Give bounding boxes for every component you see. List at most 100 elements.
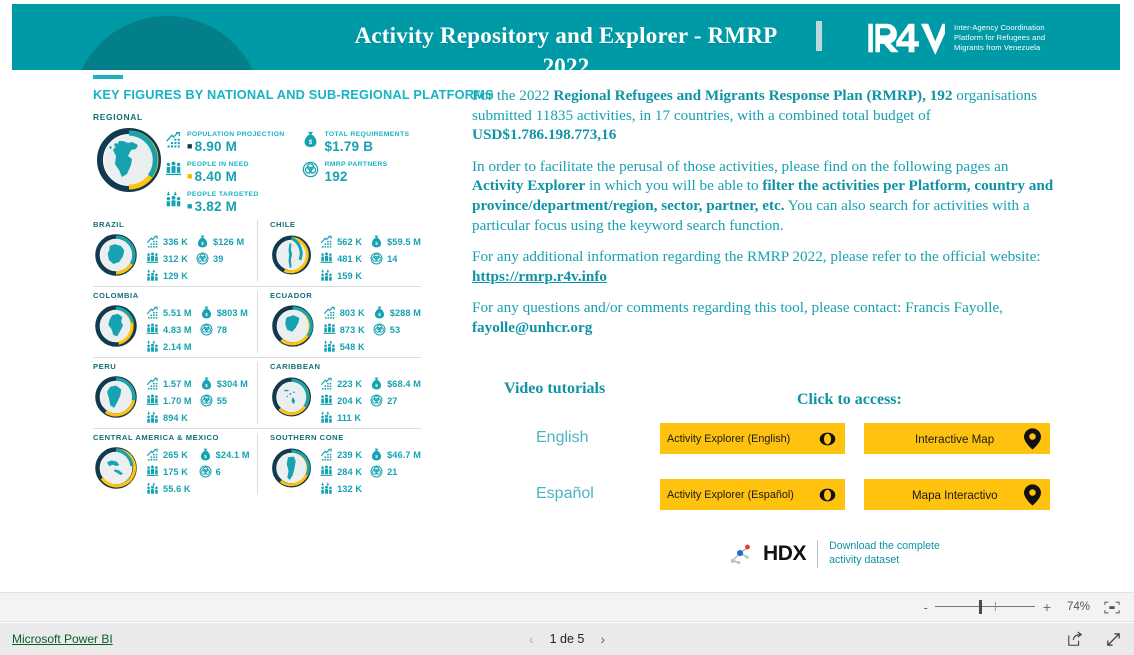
- country-block-brazil: BRAZIL 336 K 312 K 129 K $ $126 M 39: [93, 220, 257, 282]
- money-bag-icon: $: [374, 306, 384, 319]
- regional-stats-grid: POPULATION PROJECTION ■ 8.90 M PEOPLE IN…: [165, 124, 409, 214]
- country-stat-targeted: 159 K: [320, 269, 362, 282]
- country-stat-value: 129 K: [163, 270, 189, 281]
- country-stat-partners: 39: [196, 252, 244, 265]
- paragraph-2: In order to facilitate the perusal of th…: [472, 157, 1057, 235]
- country-stat-value: 239 K: [337, 449, 363, 460]
- fullscreen-icon[interactable]: [1105, 631, 1122, 648]
- activity-explorer-espanol-button[interactable]: Activity Explorer (Español): [660, 479, 845, 510]
- p1-a: For the 2022: [472, 87, 554, 104]
- zoom-in-button[interactable]: +: [1043, 599, 1051, 615]
- people-in-need-icon: [323, 323, 336, 334]
- fit-to-page-icon[interactable]: [1104, 601, 1120, 614]
- stat-people-targeted: PEOPLE TARGETED ■ 3.82 M: [165, 190, 284, 214]
- country-stat-targeted: 548 K: [323, 340, 365, 353]
- country-stat-partners: 6: [199, 465, 250, 478]
- rmrp-website-link[interactable]: https://rmrp.r4v.info: [472, 268, 607, 285]
- partners-icon: [370, 465, 383, 478]
- country-name: CENTRAL AMERICA & MEXICO: [93, 433, 219, 442]
- zoom-slider[interactable]: [934, 600, 1035, 614]
- country-stat-requirements: $ $288 M: [373, 306, 421, 319]
- button-label: Activity Explorer (English): [667, 432, 791, 445]
- country-stat-partners: 55: [200, 394, 248, 407]
- population-projection-icon: [146, 306, 158, 319]
- country-donut-icon: [95, 305, 137, 347]
- country-stat-population: 5.51 M: [146, 306, 192, 319]
- brand-logo-group: Inter-Agency Coordination Platform for R…: [867, 18, 1045, 58]
- country-stat-in-need: 873 K: [323, 323, 365, 336]
- country-stat-value: $126 M: [213, 236, 245, 247]
- partners-icon: [200, 323, 213, 336]
- previous-page-button[interactable]: ‹: [529, 631, 534, 647]
- partners-icon: [370, 252, 383, 265]
- page-indicator: 1 de 5: [549, 632, 585, 646]
- app-root: Activity Repository and Explorer - RMRP …: [0, 0, 1134, 655]
- country-stat-in-need: 1.70 M: [146, 394, 192, 407]
- stat-value: ■ 8.90 M: [187, 139, 238, 154]
- population-projection-icon: [146, 448, 158, 461]
- stat-value: ■ 8.40 M: [187, 169, 238, 184]
- country-stat-population: 1.57 M: [146, 377, 192, 390]
- intro-text-panel: For the 2022 Regional Refugees and Migra…: [472, 86, 1057, 350]
- country-donut-icon: [95, 234, 137, 276]
- button-label: Interactive Map: [915, 431, 995, 446]
- population-projection-icon: [146, 235, 158, 248]
- stat-people-in-need: PEOPLE IN NEED ■ 8.40 M: [165, 160, 284, 184]
- country-donut-icon: [95, 376, 137, 418]
- country-stat-value: 111 K: [337, 412, 362, 423]
- page-header: Activity Repository and Explorer - RMRP …: [12, 4, 1120, 70]
- brand-tagline-line-2: Platform for Refugees and: [954, 32, 1046, 42]
- people-in-need-icon: [146, 465, 159, 476]
- regional-stats-left: POPULATION PROJECTION ■ 8.90 M PEOPLE IN…: [165, 130, 284, 214]
- country-stat-value: 53: [389, 324, 401, 335]
- country-stat-population: 336 K: [146, 235, 188, 248]
- country-stat-in-need: 175 K: [146, 465, 191, 478]
- language-label-english[interactable]: English: [536, 429, 588, 447]
- country-name: PERU: [93, 362, 117, 371]
- share-icon[interactable]: [1067, 631, 1083, 647]
- people-targeted-icon: [321, 482, 332, 494]
- country-stat-value: $68.4 M: [387, 378, 421, 389]
- country-stat-population: 265 K: [146, 448, 191, 461]
- zoom-slider-thumb[interactable]: [978, 600, 982, 614]
- people-targeted-icon: [324, 340, 335, 352]
- people-targeted-icon: [321, 411, 332, 423]
- country-donut-icon: [95, 447, 137, 489]
- hdx-download-group[interactable]: HDX Download the complete activity datas…: [728, 540, 940, 568]
- country-stat-value: 204 K: [337, 395, 363, 406]
- country-stat-targeted: 55.6 K: [146, 482, 191, 495]
- country-stat-requirements: $ $46.7 M: [370, 448, 421, 461]
- population-projection-icon: [320, 377, 332, 390]
- p2-b: Activity Explorer: [472, 177, 586, 195]
- people-in-need-icon: [320, 252, 333, 263]
- mapa-interactivo-button[interactable]: Mapa Interactivo: [864, 479, 1050, 510]
- country-stat-partners: 21: [370, 465, 421, 478]
- partners-icon: [370, 394, 383, 407]
- country-name: CARIBBEAN: [270, 362, 321, 371]
- country-block-peru: PERU 1.57 M 1.70 M 894 K $ $304 M 55: [93, 362, 257, 424]
- stat-population-projection: POPULATION PROJECTION ■ 8.90 M: [165, 130, 284, 154]
- people-targeted-icon: [147, 411, 158, 423]
- country-name: BRAZIL: [93, 220, 125, 229]
- powerbi-footer: Microsoft Power BI ‹ 1 de 5 ›: [0, 623, 1134, 655]
- country-stat-value: 336 K: [163, 236, 189, 247]
- people-in-need-icon: [320, 465, 333, 476]
- country-stat-in-need: 312 K: [146, 252, 188, 265]
- language-label-espanol[interactable]: Español: [536, 485, 594, 503]
- next-page-button[interactable]: ›: [600, 631, 605, 647]
- country-donut-icon: [272, 377, 311, 417]
- country-stat-population: 803 K: [323, 306, 365, 319]
- country-stat-targeted: 894 K: [146, 411, 192, 424]
- country-stat-in-need: 284 K: [320, 465, 362, 478]
- country-stat-partners: 53: [373, 323, 421, 336]
- p4-a: For any questions and/or comments regard…: [472, 299, 1004, 317]
- zoom-slider-track: [934, 606, 1035, 607]
- country-stat-value: 6: [215, 466, 221, 477]
- p3-a: For any additional information regarding…: [472, 248, 1041, 266]
- country-stat-value: 175 K: [163, 466, 189, 477]
- zoom-out-button[interactable]: -: [923, 600, 927, 615]
- activity-explorer-english-button[interactable]: Activity Explorer (English): [660, 423, 845, 454]
- interactive-map-english-button[interactable]: Interactive Map: [864, 423, 1050, 454]
- access-row-english: English Activity Explorer (English) Inte…: [472, 415, 1072, 466]
- people-targeted-icon: [147, 269, 158, 281]
